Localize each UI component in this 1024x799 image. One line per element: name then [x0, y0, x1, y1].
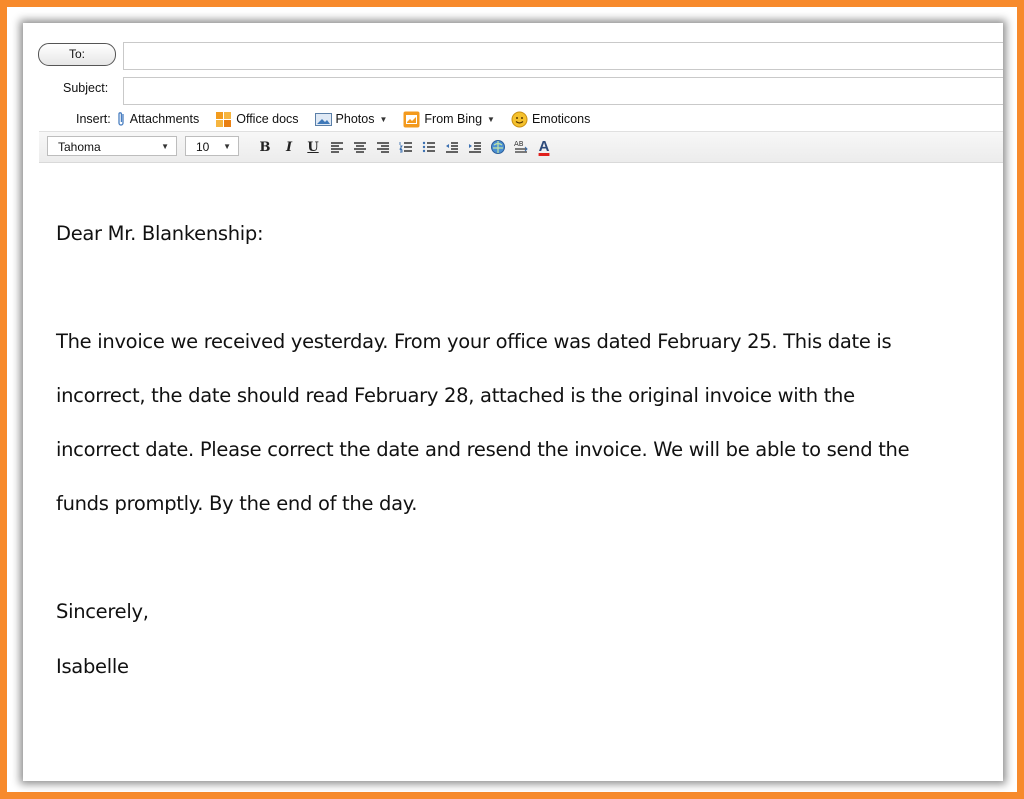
closing: Sincerely,: [56, 600, 149, 623]
body-line: The invoice we received yesterday. From …: [56, 330, 892, 353]
numbered-list-icon: [399, 142, 412, 153]
photos-label: Photos: [335, 112, 375, 126]
insert-office-docs[interactable]: Office docs: [215, 111, 299, 128]
font-size-select[interactable]: 10 ▼: [185, 136, 239, 156]
font-family-select[interactable]: Tahoma ▼: [47, 136, 177, 156]
emoticons-label: Emoticons: [531, 112, 591, 126]
office-docs-label: Office docs: [236, 112, 299, 126]
increase-indent-icon: [469, 142, 481, 153]
body-line: incorrect, the date should read February…: [56, 384, 855, 407]
attachments-label: Attachments: [129, 112, 200, 126]
emoticon-icon: [511, 111, 528, 127]
align-center-button[interactable]: [352, 138, 368, 156]
numbered-list-button[interactable]: [398, 138, 414, 156]
orange-frame: To: Subject: Insert: Attachments Office …: [7, 7, 1017, 792]
insert-from-bing[interactable]: From Bing ▼: [403, 111, 495, 128]
greeting: Dear Mr. Blankenship:: [56, 222, 264, 245]
bing-icon: [403, 111, 420, 127]
size-dropdown-icon: ▼: [223, 142, 231, 151]
decrease-indent-icon: [446, 142, 458, 153]
text-direction-icon: AB: [514, 140, 528, 153]
insert-bar: Insert: Attachments Office docs Photos ▼…: [76, 109, 606, 129]
insert-label: Insert:: [76, 112, 111, 126]
insert-link-button[interactable]: [490, 138, 506, 156]
office-docs-icon: [216, 111, 232, 127]
compose-window: To: Subject: Insert: Attachments Office …: [23, 23, 1003, 781]
align-left-button[interactable]: [329, 138, 345, 156]
formatting-toolbar: Tahoma ▼ 10 ▼ B I U AB A: [39, 131, 1003, 163]
font-size-value: 10: [196, 140, 210, 154]
signature: Isabelle: [56, 655, 129, 678]
align-right-icon: [377, 142, 389, 153]
bold-button[interactable]: B: [257, 138, 273, 156]
text-direction-button[interactable]: AB: [513, 138, 529, 156]
svg-text:AB: AB: [514, 140, 524, 148]
align-right-button[interactable]: [375, 138, 391, 156]
italic-button[interactable]: I: [281, 138, 297, 156]
body-line: incorrect date. Please correct the date …: [56, 438, 910, 461]
to-button[interactable]: To:: [38, 43, 116, 66]
font-family-value: Tahoma: [58, 140, 101, 154]
bullet-list-button[interactable]: [421, 138, 437, 156]
to-field[interactable]: [123, 42, 1003, 70]
insert-emoticons[interactable]: Emoticons: [511, 111, 590, 128]
insert-photos[interactable]: Photos ▼: [314, 112, 388, 127]
font-color-button[interactable]: A: [536, 138, 552, 156]
align-left-icon: [331, 142, 343, 153]
from-bing-label: From Bing: [424, 112, 483, 126]
photos-dropdown-icon: ▼: [379, 114, 388, 124]
paperclip-icon: [118, 112, 124, 126]
subject-field[interactable]: [123, 77, 1003, 105]
underline-button[interactable]: U: [305, 138, 321, 156]
font-color-glyph: A: [538, 138, 550, 155]
align-center-icon: [354, 142, 366, 153]
bing-dropdown-icon: ▼: [487, 114, 495, 124]
bullet-list-icon: [422, 141, 435, 153]
font-dropdown-icon: ▼: [161, 142, 169, 151]
photos-icon: [314, 112, 332, 126]
globe-link-icon: [491, 140, 505, 154]
body-line: funds promptly. By the end of the day.: [56, 492, 418, 515]
subject-label: Subject:: [63, 81, 109, 95]
decrease-indent-button[interactable]: [444, 138, 460, 156]
increase-indent-button[interactable]: [467, 138, 483, 156]
insert-attachments[interactable]: Attachments: [117, 111, 199, 127]
